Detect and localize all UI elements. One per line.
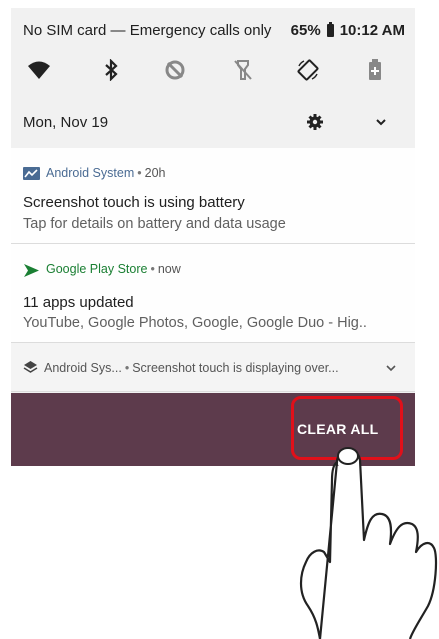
notification-app-name: Android Sys...	[44, 360, 122, 375]
notification-app-name: Google Play Store	[46, 262, 148, 276]
separator: •	[124, 360, 130, 375]
wifi-icon[interactable]	[25, 56, 53, 84]
page: No SIM card — Emergency calls only 65% 1…	[0, 0, 439, 639]
notification-compact-row: Android Sys... • Screenshot touch is dis…	[23, 360, 339, 375]
separator: •	[150, 262, 155, 276]
battery-percent: 65%	[290, 22, 321, 39]
status-right: 65% 10:12 AM	[291, 22, 405, 39]
sim-status-text: No SIM card — Emergency calls only	[23, 22, 272, 39]
separator: •	[137, 166, 142, 180]
notification-android-system-compact[interactable]: Android Sys... • Screenshot touch is dis…	[11, 343, 415, 392]
do-not-disturb-icon[interactable]	[161, 56, 189, 84]
date-row: Mon, Nov 19	[11, 102, 415, 138]
play-store-icon	[23, 263, 40, 277]
notification-android-system[interactable]: Android System • 20h Screenshot touch is…	[11, 148, 415, 244]
battery-saver-icon[interactable]	[361, 56, 389, 84]
notification-body: Tap for details on battery and data usag…	[23, 216, 286, 232]
flashlight-off-icon[interactable]	[229, 56, 257, 84]
notification-body: YouTube, Google Photos, Google, Google D…	[23, 315, 367, 331]
android-system-icon	[23, 166, 40, 180]
notification-header: Google Play Store • now	[23, 262, 181, 277]
notification-header: Android System • 20h	[23, 166, 165, 180]
status-bar: No SIM card — Emergency calls only 65% 1…	[11, 8, 415, 48]
notification-title: Screenshot touch is using battery	[23, 194, 245, 211]
battery-icon	[326, 22, 334, 37]
chevron-down-icon[interactable]	[371, 112, 391, 132]
bluetooth-icon[interactable]	[97, 56, 125, 84]
notification-time: now	[157, 262, 181, 276]
notification-play-store[interactable]: Google Play Store • now 11 apps updated …	[11, 244, 415, 343]
layers-icon	[23, 360, 38, 375]
expand-chevron-icon[interactable]	[385, 361, 397, 379]
auto-rotate-icon[interactable]	[294, 56, 322, 84]
notification-app-name: Android System	[46, 166, 135, 180]
clear-all-highlight	[291, 396, 403, 460]
gear-icon[interactable]	[305, 112, 325, 132]
notification-time: 20h	[144, 166, 166, 180]
notification-text: Screenshot touch is displaying over...	[132, 360, 339, 375]
date-text: Mon, Nov 19	[23, 114, 109, 131]
notification-title: 11 apps updated	[23, 294, 134, 311]
quick-settings-row	[11, 56, 415, 92]
clock: 10:12 AM	[339, 22, 405, 39]
